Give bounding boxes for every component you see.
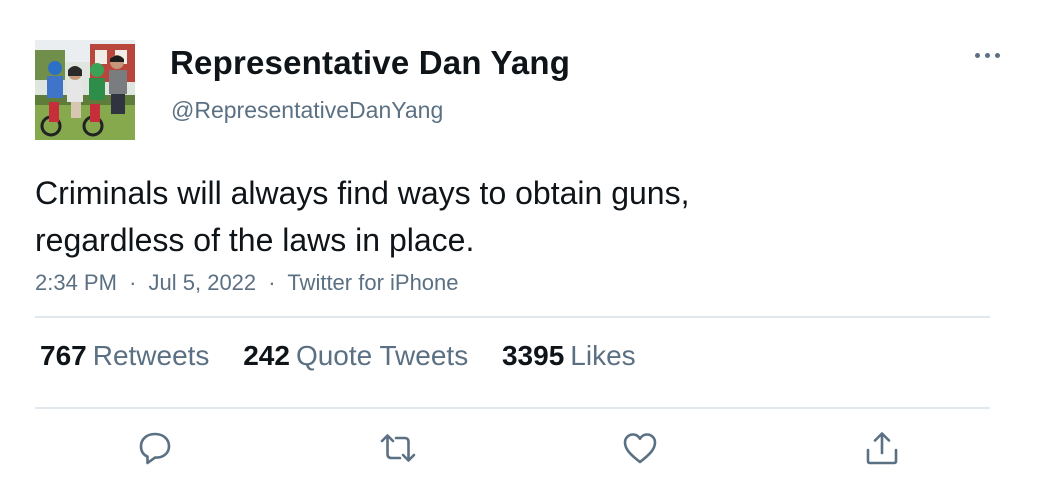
share-icon bbox=[866, 432, 898, 465]
retweets-stat[interactable]: 767 Retweets bbox=[40, 340, 209, 372]
likes-count: 3395 bbox=[501, 340, 565, 371]
retweet-icon bbox=[380, 434, 416, 462]
tweet-source[interactable]: Twitter for iPhone bbox=[287, 270, 458, 295]
meta-separator: · bbox=[268, 270, 276, 295]
heart-icon bbox=[623, 433, 657, 464]
divider-top bbox=[35, 316, 990, 318]
quote-tweets-count: 242 bbox=[243, 340, 290, 371]
tweet-card: Representative Dan Yang @RepresentativeD… bbox=[0, 0, 1050, 480]
retweets-label: Retweets bbox=[92, 340, 210, 371]
reply-button[interactable] bbox=[135, 428, 175, 468]
avatar[interactable] bbox=[35, 40, 135, 140]
more-options-icon[interactable] bbox=[968, 44, 1008, 68]
quote-tweets-label: Quote Tweets bbox=[295, 340, 469, 371]
divider-bottom bbox=[35, 407, 990, 409]
tweet-meta: 2:34 PM · Jul 5, 2022 · Twitter for iPho… bbox=[35, 270, 459, 296]
retweets-count: 767 bbox=[40, 340, 87, 371]
meta-separator: · bbox=[129, 270, 137, 295]
likes-label: Likes bbox=[570, 340, 636, 371]
quote-tweets-stat[interactable]: 242 Quote Tweets bbox=[243, 340, 468, 372]
author-display-name[interactable]: Representative Dan Yang bbox=[170, 44, 570, 82]
retweet-button[interactable] bbox=[378, 428, 418, 468]
tweet-text-line-1: Criminals will always find ways to obtai… bbox=[35, 175, 690, 211]
tweet-text: Criminals will always find ways to obtai… bbox=[35, 170, 935, 264]
like-button[interactable] bbox=[620, 428, 660, 468]
tweet-stats: 767 Retweets 242 Quote Tweets 3395 Likes bbox=[40, 340, 662, 372]
author-handle[interactable]: @RepresentativeDanYang bbox=[171, 97, 443, 124]
reply-icon bbox=[139, 432, 171, 465]
family-photo-avatar-image bbox=[35, 40, 135, 140]
likes-stat[interactable]: 3395 Likes bbox=[502, 340, 636, 372]
tweet-time[interactable]: 2:34 PM bbox=[35, 270, 117, 295]
tweet-date[interactable]: Jul 5, 2022 bbox=[149, 270, 257, 295]
share-button[interactable] bbox=[862, 428, 902, 468]
tweet-text-line-2: regardless of the laws in place. bbox=[35, 222, 475, 258]
